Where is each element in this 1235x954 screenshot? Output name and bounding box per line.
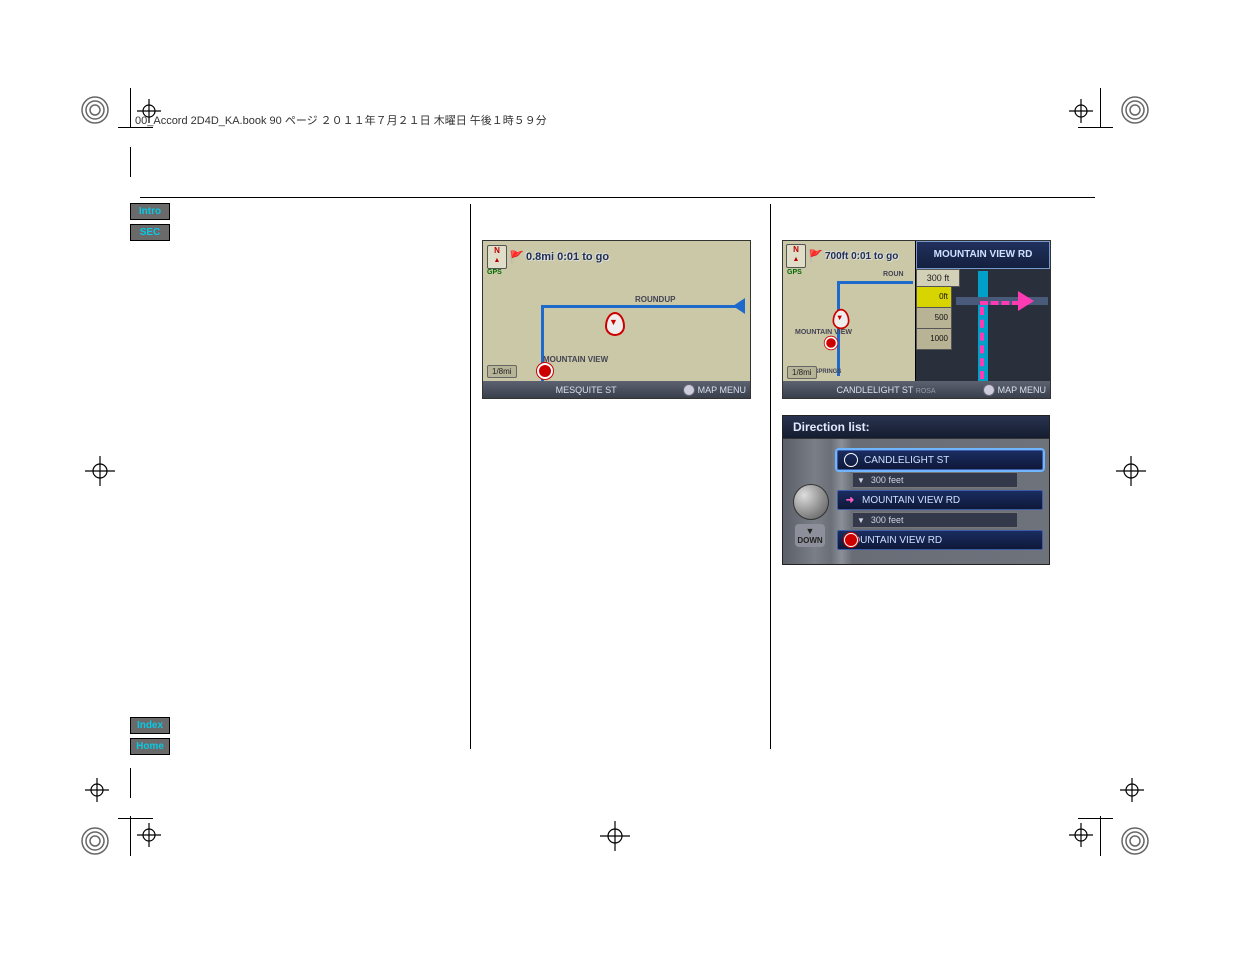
destination-icon — [537, 363, 553, 379]
joystick-icon — [983, 384, 995, 396]
route-arrowhead — [733, 298, 745, 314]
direction-item[interactable]: CANDLELIGHT ST — [837, 450, 1043, 470]
map-menu-label: MAP MENU — [998, 385, 1046, 395]
road-label: MOUNTAIN VIEW — [795, 329, 852, 336]
scroll-down-indicator[interactable]: DOWN — [795, 524, 825, 547]
road-label: MOUNTAIN VIEW — [543, 355, 608, 364]
current-street: CANDLELIGHT ST ROSA — [837, 385, 936, 395]
tab-home[interactable]: Home — [130, 738, 170, 755]
direction-distance: ▼ 300 feet — [853, 512, 1017, 528]
ladder-rung: 500 — [916, 308, 952, 329]
direction-item-label: MOUNTAIN VIEW RD — [862, 495, 960, 506]
reg-circle-bl — [80, 826, 110, 856]
gps-indicator: GPS — [787, 269, 802, 276]
rule-v-left-upper — [130, 147, 131, 177]
print-header-line: 00_Accord 2D4D_KA.book 90 ページ ２０１１年７月２１日… — [135, 112, 547, 128]
map-scale[interactable]: 1/8mi — [787, 366, 817, 379]
eta-readout: 0.8mi 0:01 to go — [526, 251, 609, 263]
route-flag-icon: 🚩 — [509, 250, 524, 264]
nav-top-bar: N 🚩 700ft 0:01 to go — [786, 244, 898, 268]
map-menu-label: MAP MENU — [698, 385, 746, 395]
destination-icon — [825, 337, 838, 350]
direction-list: CANDLELIGHT ST ▼ 300 feet ➜ MOUNTAIN VIE… — [837, 450, 1043, 550]
side-tabs-top: Intro SEC — [130, 203, 170, 241]
vehicle-position-icon — [605, 312, 625, 336]
tab-sec[interactable]: SEC — [130, 224, 170, 241]
direction-item-label: MOUNTAIN VIEW RD — [844, 535, 942, 546]
eta-readout: 700ft 0:01 to go — [825, 251, 898, 262]
side-tabs-bottom: Index Home — [130, 717, 170, 755]
column-separator-2 — [770, 204, 771, 749]
ladder-rung: 1000 — [916, 329, 952, 350]
distance-ladder: 0ft 500 1000 — [916, 287, 952, 350]
rule-v-tl — [130, 88, 131, 128]
guidance-route-dash — [980, 301, 1020, 305]
selector-knob-icon[interactable] — [793, 484, 829, 520]
next-turn-distance: 300 ft — [916, 269, 960, 287]
direction-distance-label: 300 feet — [871, 515, 904, 525]
column-separator-1 — [470, 204, 471, 749]
reg-circle-tl — [80, 95, 110, 125]
route-flag-icon: 🚩 — [808, 249, 823, 263]
joystick-icon — [683, 384, 695, 396]
tab-intro[interactable]: Intro — [130, 203, 170, 220]
map-menu-button[interactable]: MAP MENU — [983, 384, 1046, 396]
rule-v-br — [1100, 816, 1101, 856]
header-rule — [140, 197, 1095, 198]
page: 00_Accord 2D4D_KA.book 90 ページ ２０１１年７月２１日… — [140, 90, 1095, 870]
down-triangle-icon: ▼ — [857, 516, 865, 525]
next-turn-street: MOUNTAIN VIEW RD — [916, 241, 1050, 269]
reg-target-br2 — [1120, 778, 1144, 802]
direction-list-title: Direction list: — [783, 416, 1049, 439]
nav-screenshot-full-map: N 🚩 0.8mi 0:01 to go GPS ROUNDUP MOUNTAI… — [482, 240, 751, 399]
direction-item[interactable]: ➜ MOUNTAIN VIEW RD — [837, 490, 1043, 510]
rule-v-bl — [130, 816, 131, 856]
reg-target-lm — [85, 456, 115, 486]
nav-top-bar: N 🚩 0.8mi 0:01 to go — [487, 245, 609, 269]
map-menu-button[interactable]: MAP MENU — [683, 384, 746, 396]
route-segment — [837, 281, 913, 284]
column-3: N 🚩 700ft 0:01 to go GPS ROUN MOUNTAIN V… — [782, 240, 1062, 565]
compass-icon[interactable]: N — [487, 245, 507, 269]
ladder-rung: 0ft — [916, 287, 952, 308]
direction-item-label: CANDLELIGHT ST — [864, 455, 949, 466]
reg-target-bl2 — [85, 778, 109, 802]
gps-indicator: GPS — [487, 269, 502, 276]
split-guidance-pane: MOUNTAIN VIEW RD 300 ft 0ft 500 1000 — [915, 241, 1050, 398]
maneuver-turn-right-icon: ➜ — [844, 494, 856, 506]
nav-screenshot-split: N 🚩 700ft 0:01 to go GPS ROUN MOUNTAIN V… — [782, 240, 1051, 399]
direction-distance-label: 300 feet — [871, 475, 904, 485]
map-bottom-bar: . MESQUITE ST MAP MENU — [483, 381, 750, 398]
maneuver-start-icon — [844, 453, 858, 467]
road-label: ROUN — [883, 271, 904, 278]
maneuver-destination-icon — [844, 533, 858, 547]
direction-item[interactable]: MOUNTAIN VIEW RD — [837, 530, 1043, 550]
rule-v-tr — [1100, 88, 1101, 128]
route-segment — [541, 305, 741, 308]
road-label: ROUNDUP — [635, 295, 675, 304]
reg-circle-br — [1120, 826, 1150, 856]
reg-circle-tr — [1120, 95, 1150, 125]
map-bottom-bar: . CANDLELIGHT ST ROSA MAP MENU — [783, 381, 1050, 398]
guidance-route-dash — [980, 307, 984, 379]
split-map-pane: N 🚩 700ft 0:01 to go GPS ROUN MOUNTAIN V… — [783, 241, 915, 398]
reg-target-rm — [1116, 456, 1146, 486]
vehicle-position-icon — [833, 309, 850, 329]
direction-list-panel: Direction list: DOWN CANDLELIGHT ST ▼ 30… — [782, 415, 1050, 565]
guidance-turn-arrow-icon — [1018, 291, 1034, 311]
map-scale[interactable]: 1/8mi — [487, 365, 517, 378]
current-street: MESQUITE ST — [556, 385, 617, 395]
current-street-name: CANDLELIGHT ST — [837, 385, 914, 395]
tab-index[interactable]: Index — [130, 717, 170, 734]
compass-icon[interactable]: N — [786, 244, 806, 268]
rule-v-left-lower — [130, 768, 131, 798]
column-2: N 🚩 0.8mi 0:01 to go GPS ROUNDUP MOUNTAI… — [482, 240, 757, 399]
current-street-suffix: ROSA — [916, 388, 936, 395]
direction-distance: ▼ 300 feet — [853, 472, 1017, 488]
down-triangle-icon: ▼ — [857, 476, 865, 485]
